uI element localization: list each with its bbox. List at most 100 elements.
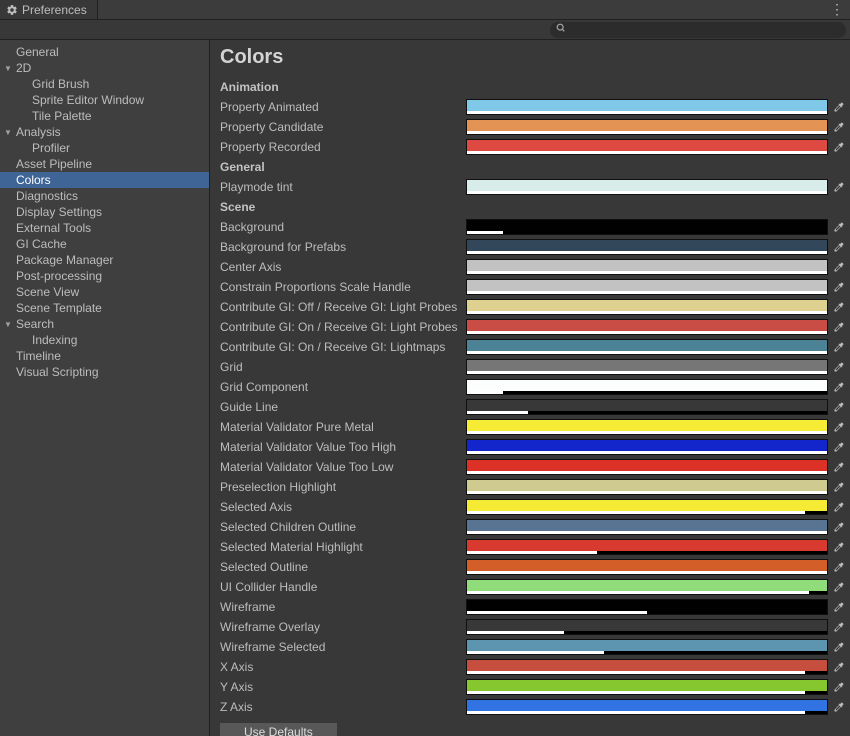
- sidebar-item-visual-scripting[interactable]: Visual Scripting: [0, 364, 209, 380]
- eyedropper-icon[interactable]: [832, 320, 846, 334]
- sidebar-item-asset-pipeline[interactable]: Asset Pipeline: [0, 156, 209, 172]
- search-input[interactable]: [570, 24, 840, 36]
- sidebar-item-external-tools[interactable]: External Tools: [0, 220, 209, 236]
- color-swatch[interactable]: [466, 539, 828, 555]
- eyedropper-icon[interactable]: [832, 300, 846, 314]
- color-swatch[interactable]: [466, 339, 828, 355]
- sidebar-item-analysis[interactable]: ▼Analysis: [0, 124, 209, 140]
- color-swatch[interactable]: [466, 459, 828, 475]
- color-swatch[interactable]: [466, 259, 828, 275]
- color-swatch[interactable]: [466, 479, 828, 495]
- eyedropper-icon[interactable]: [832, 560, 846, 574]
- eyedropper-icon[interactable]: [832, 140, 846, 154]
- color-swatch[interactable]: [466, 99, 828, 115]
- sidebar-item-label: Package Manager: [16, 253, 113, 267]
- color-swatch[interactable]: [466, 599, 828, 615]
- eyedropper-icon[interactable]: [832, 400, 846, 414]
- eyedropper-icon[interactable]: [832, 640, 846, 654]
- color-swatch[interactable]: [466, 519, 828, 535]
- color-label: Grid: [218, 360, 466, 374]
- color-swatch[interactable]: [466, 679, 828, 695]
- sidebar-item-search[interactable]: ▼Search: [0, 316, 209, 332]
- color-label: Z Axis: [218, 700, 466, 714]
- sidebar-item-display-settings[interactable]: Display Settings: [0, 204, 209, 220]
- sidebar-item-timeline[interactable]: Timeline: [0, 348, 209, 364]
- group-header: Animation: [218, 77, 846, 97]
- eyedropper-icon[interactable]: [832, 660, 846, 674]
- eyedropper-icon[interactable]: [832, 620, 846, 634]
- color-swatch[interactable]: [466, 219, 828, 235]
- sidebar-item-colors[interactable]: Colors: [0, 172, 209, 188]
- sidebar-item-scene-view[interactable]: Scene View: [0, 284, 209, 300]
- eyedropper-icon[interactable]: [832, 500, 846, 514]
- sidebar-item-tile-palette[interactable]: Tile Palette: [0, 108, 209, 124]
- color-swatch[interactable]: [466, 419, 828, 435]
- color-swatch[interactable]: [466, 559, 828, 575]
- color-swatch[interactable]: [466, 319, 828, 335]
- sidebar-item-label: Visual Scripting: [16, 365, 99, 379]
- color-swatch[interactable]: [466, 279, 828, 295]
- foldout-icon[interactable]: ▼: [4, 64, 12, 73]
- color-swatch[interactable]: [466, 359, 828, 375]
- eyedropper-icon[interactable]: [832, 120, 846, 134]
- sidebar-item-scene-template[interactable]: Scene Template: [0, 300, 209, 316]
- sidebar-item-2d[interactable]: ▼2D: [0, 60, 209, 76]
- sidebar-item-indexing[interactable]: Indexing: [0, 332, 209, 348]
- color-swatch[interactable]: [466, 139, 828, 155]
- color-swatch[interactable]: [466, 399, 828, 415]
- sidebar-item-grid-brush[interactable]: Grid Brush: [0, 76, 209, 92]
- color-swatch[interactable]: [466, 699, 828, 715]
- sidebar-item-profiler[interactable]: Profiler: [0, 140, 209, 156]
- search-field[interactable]: [550, 22, 846, 38]
- color-swatch[interactable]: [466, 299, 828, 315]
- color-label: Wireframe Overlay: [218, 620, 466, 634]
- eyedropper-icon[interactable]: [832, 420, 846, 434]
- color-swatch[interactable]: [466, 499, 828, 515]
- sidebar-item-sprite-editor-window[interactable]: Sprite Editor Window: [0, 92, 209, 108]
- color-swatch[interactable]: [466, 579, 828, 595]
- eyedropper-icon[interactable]: [832, 580, 846, 594]
- sidebar-item-gi-cache[interactable]: GI Cache: [0, 236, 209, 252]
- eyedropper-icon[interactable]: [832, 100, 846, 114]
- color-swatch[interactable]: [466, 379, 828, 395]
- eyedropper-icon[interactable]: [832, 460, 846, 474]
- preferences-tab[interactable]: Preferences: [0, 0, 98, 19]
- sidebar-item-package-manager[interactable]: Package Manager: [0, 252, 209, 268]
- sidebar-item-post-processing[interactable]: Post-processing: [0, 268, 209, 284]
- color-row: Property Animated: [218, 97, 846, 117]
- eyedropper-icon[interactable]: [832, 280, 846, 294]
- eyedropper-icon[interactable]: [832, 260, 846, 274]
- color-label: Wireframe: [218, 600, 466, 614]
- eyedropper-icon[interactable]: [832, 540, 846, 554]
- window-menu-icon[interactable]: ⋮: [830, 2, 844, 16]
- color-swatch[interactable]: [466, 179, 828, 195]
- color-row: Property Candidate: [218, 117, 846, 137]
- eyedropper-icon[interactable]: [832, 480, 846, 494]
- color-swatch[interactable]: [466, 619, 828, 635]
- foldout-icon[interactable]: ▼: [4, 128, 12, 137]
- eyedropper-icon[interactable]: [832, 680, 846, 694]
- color-swatch[interactable]: [466, 659, 828, 675]
- eyedropper-icon[interactable]: [832, 360, 846, 374]
- use-defaults-button[interactable]: Use Defaults: [220, 723, 337, 736]
- color-label: Selected Material Highlight: [218, 540, 466, 554]
- eyedropper-icon[interactable]: [832, 340, 846, 354]
- color-row: Constrain Proportions Scale Handle: [218, 277, 846, 297]
- color-swatch[interactable]: [466, 239, 828, 255]
- eyedropper-icon[interactable]: [832, 380, 846, 394]
- eyedropper-icon[interactable]: [832, 240, 846, 254]
- sidebar-item-diagnostics[interactable]: Diagnostics: [0, 188, 209, 204]
- foldout-icon[interactable]: ▼: [4, 320, 12, 329]
- color-label: Contribute GI: Off / Receive GI: Light P…: [218, 300, 466, 314]
- eyedropper-icon[interactable]: [832, 700, 846, 714]
- eyedropper-icon[interactable]: [832, 180, 846, 194]
- eyedropper-icon[interactable]: [832, 600, 846, 614]
- eyedropper-icon[interactable]: [832, 220, 846, 234]
- sidebar-item-general[interactable]: General: [0, 44, 209, 60]
- eyedropper-icon[interactable]: [832, 520, 846, 534]
- eyedropper-icon[interactable]: [832, 440, 846, 454]
- color-swatch[interactable]: [466, 119, 828, 135]
- color-swatch[interactable]: [466, 439, 828, 455]
- color-label: X Axis: [218, 660, 466, 674]
- color-swatch[interactable]: [466, 639, 828, 655]
